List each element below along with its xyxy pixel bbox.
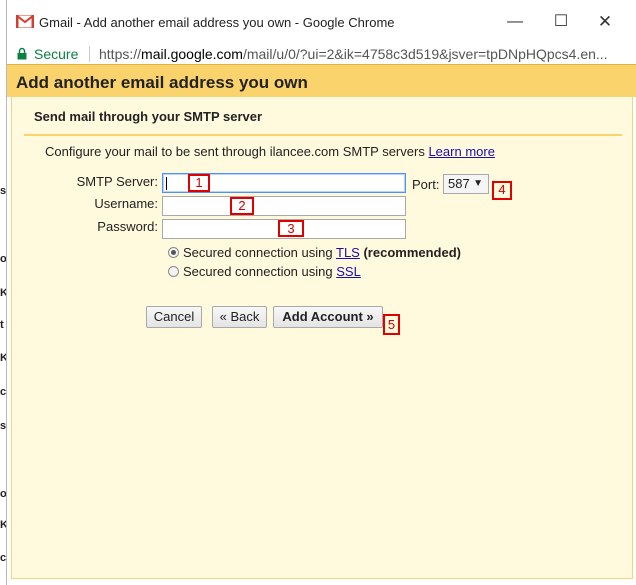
intro-label: Configure your mail to be sent through i… (45, 144, 425, 159)
back-button[interactable]: « Back (212, 306, 267, 328)
ssl-prefix: Secured connection using (183, 264, 333, 279)
chrome-popup-window: Gmail - Add another email address you ow… (6, 0, 636, 585)
address-bar[interactable]: Secure https://mail.google.com/mail/u/0/… (7, 44, 636, 64)
text-caret (166, 177, 167, 190)
secure-label: Secure (34, 46, 79, 62)
ssl-option-label[interactable]: Secured connection using SSL (183, 264, 361, 279)
port-value: 587 (448, 176, 470, 191)
tls-link[interactable]: TLS (336, 245, 360, 260)
ssl-link[interactable]: SSL (336, 264, 361, 279)
address-separator (89, 46, 90, 62)
tls-prefix: Secured connection using (183, 245, 333, 260)
annotation-badge: 3 (278, 220, 304, 237)
annotation-badge: 1 (188, 174, 210, 192)
maximize-button[interactable]: ☐ (547, 10, 575, 34)
password-label: Password: (97, 219, 158, 234)
background-text: t (0, 319, 4, 331)
port-label: Port: (412, 177, 440, 192)
intro-text: Configure your mail to be sent through i… (45, 144, 495, 159)
lock-icon (17, 47, 27, 60)
close-button[interactable]: ✕ (591, 10, 619, 34)
annotation-badge: 2 (230, 197, 254, 215)
dialog-header: Add another email address you own (7, 64, 636, 97)
window-title: Gmail - Add another email address you ow… (39, 15, 395, 30)
port-select[interactable]: 587 ▼ (443, 174, 489, 194)
ssl-radio[interactable] (168, 266, 179, 277)
window-titlebar[interactable]: Gmail - Add another email address you ow… (7, 0, 636, 44)
url-path: /mail/u/0/?ui=2&ik=4758c3d519&jsver=tpDN… (242, 46, 608, 62)
cancel-button[interactable]: Cancel (146, 306, 202, 328)
tls-option-label[interactable]: Secured connection using TLS (recommende… (183, 245, 461, 260)
dialog-body: Send mail through your SMTP server Confi… (11, 96, 633, 579)
url-scheme: https:// (99, 46, 142, 62)
dialog-title: Add another email address you own (16, 73, 308, 92)
annotation-badge: 4 (492, 181, 512, 200)
tls-radio[interactable] (168, 247, 179, 258)
section-divider (24, 134, 622, 136)
dropdown-arrow-icon: ▼ (473, 178, 483, 189)
tls-recommended: (recommended) (363, 245, 461, 260)
add-account-button[interactable]: Add Account » (273, 306, 383, 328)
gmail-icon (16, 15, 34, 28)
url-host: mail.google.com (141, 46, 243, 62)
section-title: Send mail through your SMTP server (34, 109, 263, 124)
username-input[interactable] (162, 196, 406, 216)
username-label: Username: (94, 196, 158, 211)
minimize-button[interactable]: — (501, 10, 529, 34)
learn-more-link[interactable]: Learn more (428, 144, 494, 159)
smtp-server-label: SMTP Server: (76, 174, 158, 189)
annotation-badge: 5 (383, 314, 400, 335)
smtp-panel: Send mail through your SMTP server Confi… (24, 103, 622, 570)
url-text[interactable]: https://mail.google.com/mail/u/0/?ui=2&i… (99, 46, 629, 62)
